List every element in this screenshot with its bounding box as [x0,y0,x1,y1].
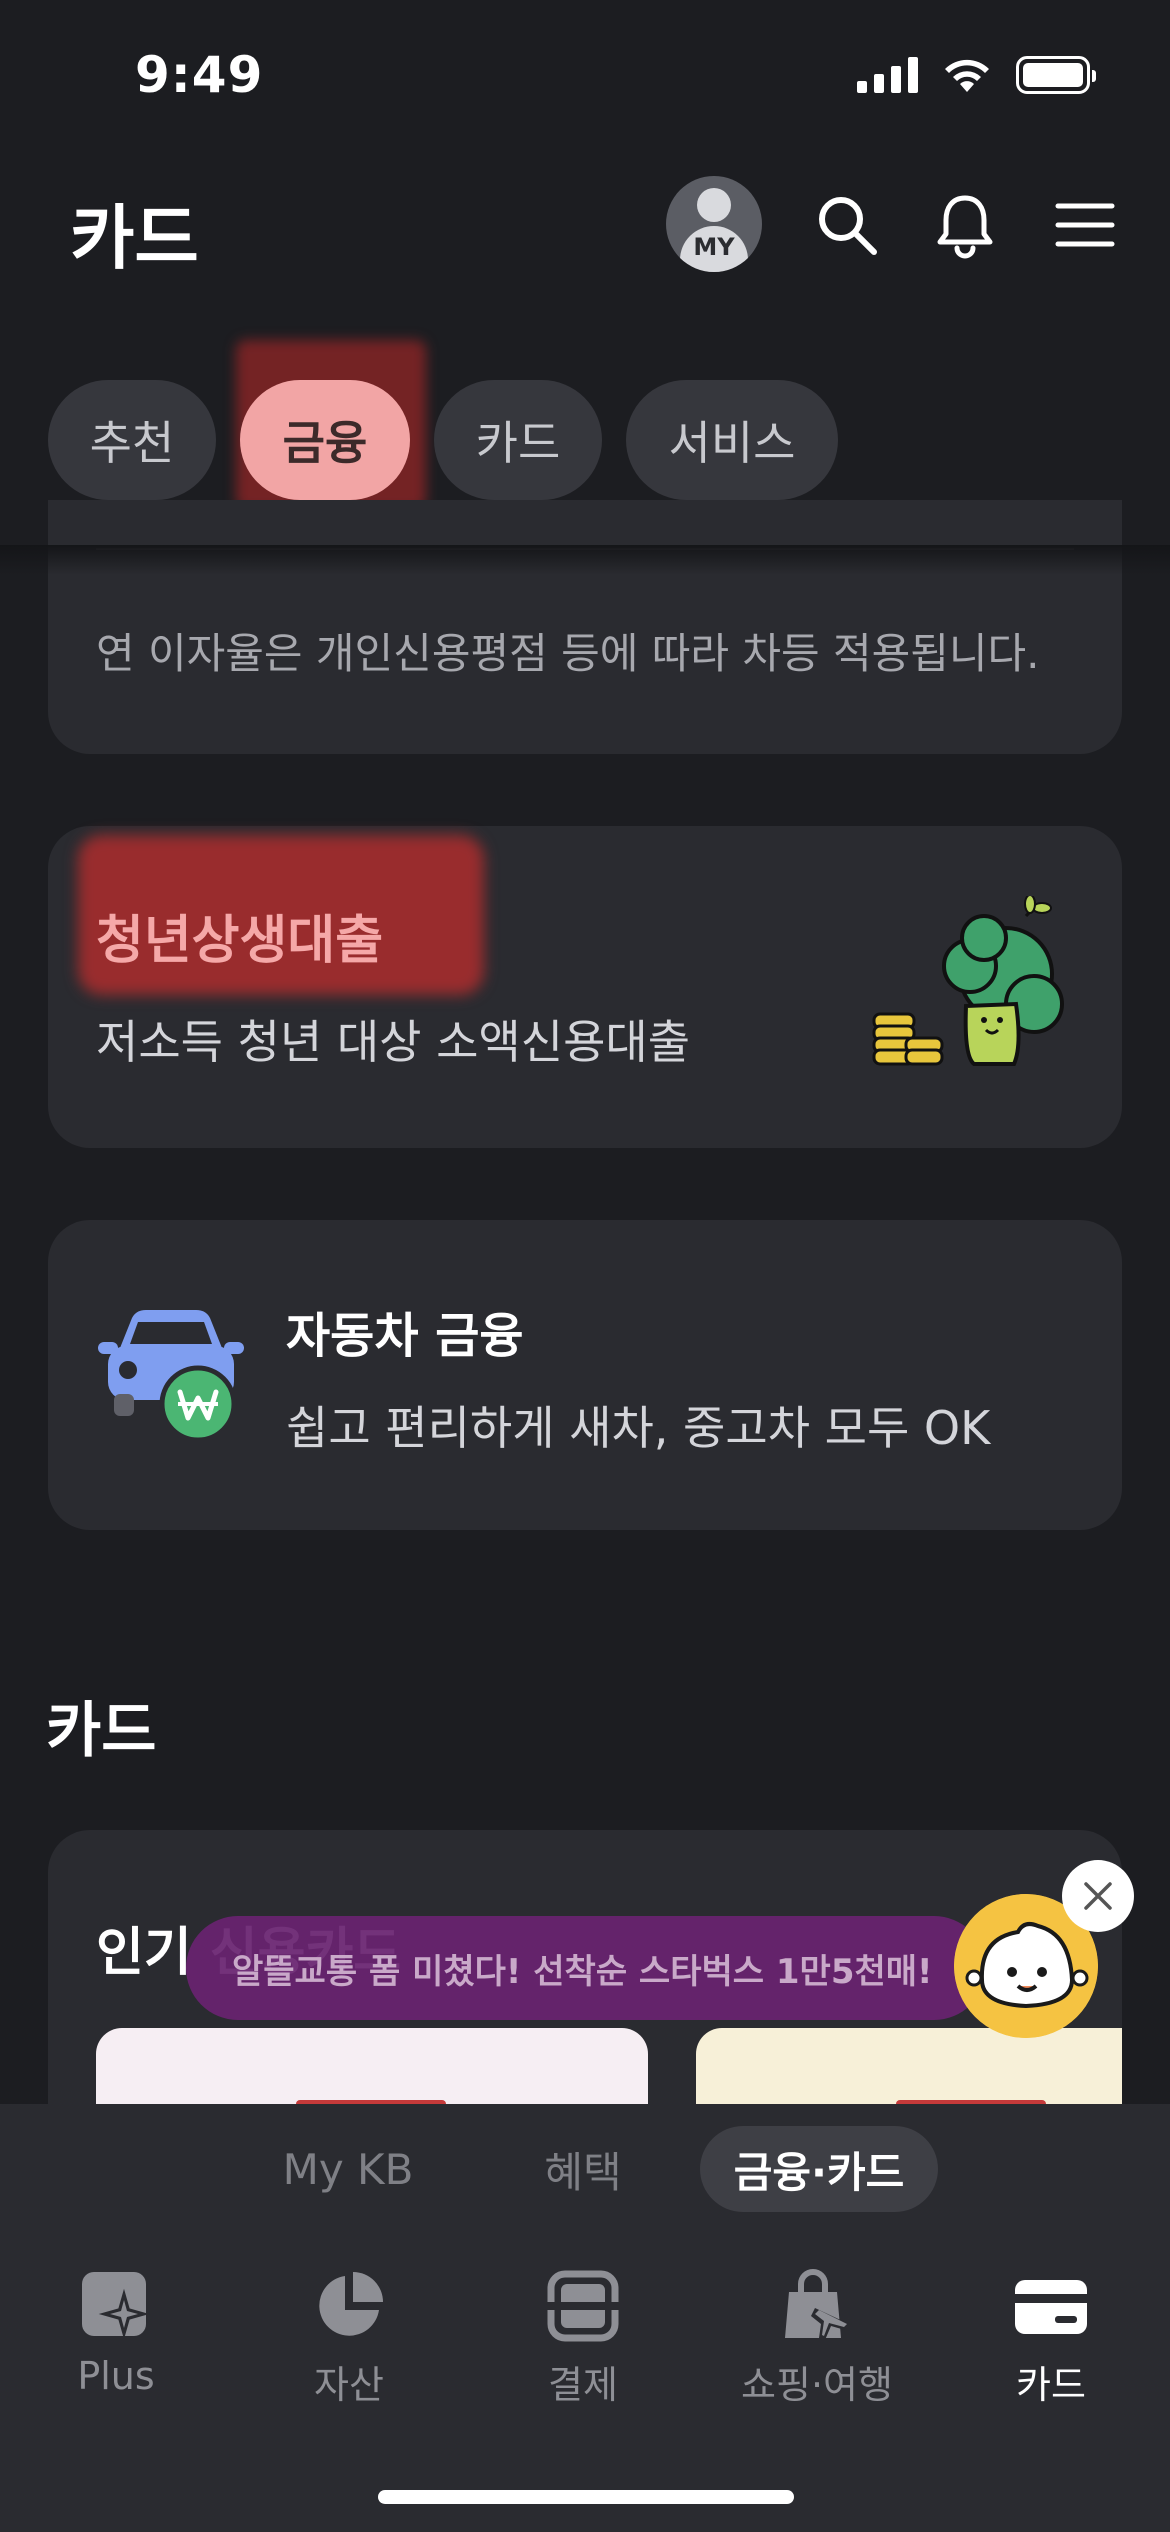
shopping-bag-plane-icon [785,2269,849,2340]
my-avatar-button[interactable]: MY [666,176,762,272]
avatar-label: MY [693,233,735,261]
nav-item-plus[interactable]: Plus [26,2268,206,2398]
status-icons [857,56,1096,94]
credit-card-icon [1015,2280,1087,2334]
header-shadow [0,545,1170,575]
nav-item-card[interactable]: 카드 [961,2268,1141,2409]
nav-label: 카드 [1016,2363,1086,2407]
plus-sparkle-icon [82,2272,150,2340]
tab-finance[interactable]: 금융 [240,380,410,500]
wifi-icon [945,59,989,92]
tab-card[interactable]: 카드 [434,380,602,500]
youth-loan-title: 청년상생대출 [96,911,384,971]
avatar-head-icon [697,188,731,222]
broccoli-mascot-illustration [872,896,1064,1066]
cellular-signal-icon [857,57,918,93]
nav-label: Plus [77,2354,155,2398]
segment-finance-card[interactable]: 금융·카드 [700,2126,938,2212]
home-indicator [378,2490,794,2504]
menu-icon[interactable] [1050,190,1120,260]
search-icon[interactable] [812,190,882,260]
tab-recommend[interactable]: 추천 [48,380,216,500]
youth-loan-subtitle: 저소득 청년 대상 소액신용대출 [96,1015,691,1069]
nav-label: 쇼핑·여행 [741,2363,893,2407]
pie-chart-icon [319,2272,383,2336]
nav-item-assets[interactable]: 자산 [259,2268,439,2409]
bell-icon[interactable] [930,190,1000,260]
page-title: 카드 [70,197,199,279]
car-finance-title: 자동차 금융 [286,1308,524,1364]
segment-my-kb[interactable]: My KB [262,2126,434,2212]
nav-label: 결제 [548,2363,618,2407]
car-finance-subtitle: 쉽고 편리하게 새차, 중고차 모두 OK [286,1401,991,1455]
close-icon [1084,1882,1112,1910]
close-banner-button[interactable] [1062,1860,1134,1932]
battery-icon [1016,56,1096,94]
status-time: 9:49 [135,46,264,104]
car-won-icon [98,1310,244,1440]
promo-banner[interactable]: 알뜰교통 폼 미쳤다! 선착순 스타벅스 1만5천매! [186,1916,986,2020]
nav-item-payment[interactable]: 결제 [493,2268,673,2409]
segment-benefits[interactable]: 혜택 [520,2126,646,2212]
rate-notice-text: 연 이자율은 개인신용평점 등에 따라 차등 적용됩니다. [96,629,1040,678]
promo-banner-text: 알뜰교통 폼 미쳤다! 선착순 스타벅스 1만5천매! [232,1951,933,1992]
nav-item-shopping-travel[interactable]: 쇼핑·여행 [727,2268,907,2409]
scan-icon [545,2270,621,2342]
card-section-title: 카드 [46,1696,157,1766]
tab-service[interactable]: 서비스 [626,380,838,500]
nav-label: 자산 [314,2363,384,2407]
